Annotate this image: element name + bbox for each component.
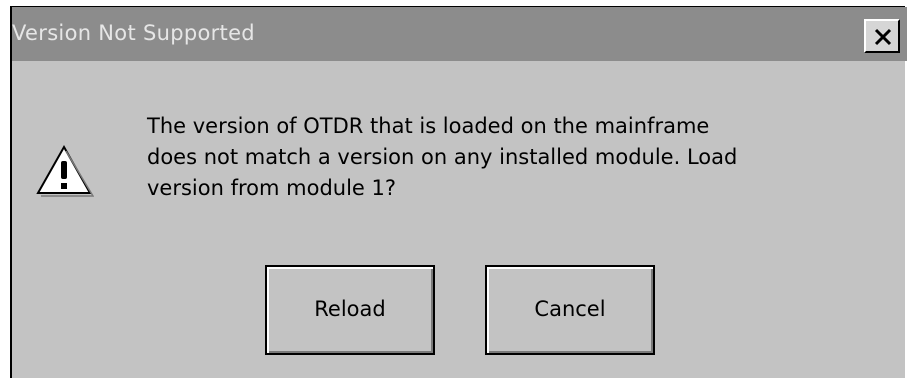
warning-icon xyxy=(36,144,94,197)
dialog-title: Version Not Supported xyxy=(12,21,255,45)
message-line: The version of OTDR that is loaded on th… xyxy=(147,114,710,138)
cancel-button[interactable]: Cancel xyxy=(485,265,655,355)
close-icon xyxy=(874,28,892,46)
dialog-message: The version of OTDR that is loaded on th… xyxy=(147,111,867,204)
cancel-button-label: Cancel xyxy=(534,297,606,321)
close-button[interactable] xyxy=(864,19,900,53)
message-line: does not match a version on any installe… xyxy=(147,145,738,169)
version-dialog: Version Not Supported The version of OTD… xyxy=(10,6,907,378)
reload-button-label: Reload xyxy=(314,297,386,321)
reload-button[interactable]: Reload xyxy=(265,265,435,355)
title-bar[interactable]: Version Not Supported xyxy=(12,7,907,61)
message-line: version from module 1? xyxy=(147,176,397,200)
